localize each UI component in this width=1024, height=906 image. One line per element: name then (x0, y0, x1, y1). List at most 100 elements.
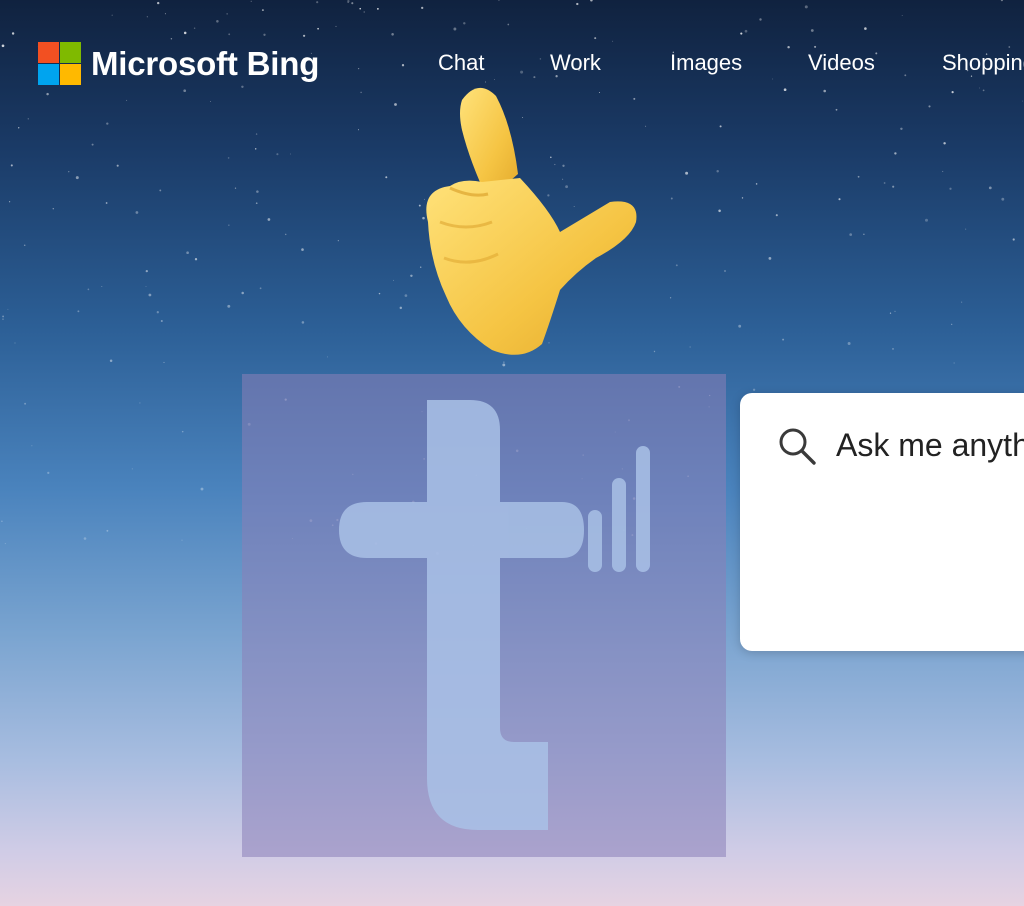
search-box (740, 393, 1024, 651)
nav-item-images[interactable]: Images (670, 50, 742, 76)
star-dot (669, 297, 672, 299)
star-dot (943, 142, 946, 145)
star-dot (145, 269, 148, 273)
star-dot (685, 171, 689, 175)
star-dot (181, 539, 183, 541)
star-dot (227, 304, 231, 308)
star-dot (949, 187, 952, 190)
star-dot (52, 207, 55, 210)
star-dot (87, 288, 90, 291)
star-dot (301, 248, 304, 251)
backhand-index-pointing-up-icon (426, 87, 637, 355)
star-dot (83, 537, 87, 540)
star-dot (255, 202, 258, 205)
star-dot (9, 201, 11, 203)
star-dot (925, 218, 928, 222)
star-dot (670, 197, 673, 200)
star-dot (75, 176, 79, 180)
star-dot (301, 321, 305, 324)
star-dot (337, 240, 339, 242)
star-dot (894, 310, 896, 313)
star-dot (1012, 238, 1015, 241)
star-dot (77, 310, 80, 313)
star-dot (741, 197, 744, 199)
star-dot (135, 211, 139, 214)
star-dot (716, 169, 719, 173)
star-dot (23, 244, 26, 247)
star-dot (752, 388, 756, 391)
star-dot (4, 543, 6, 545)
nav-item-shopping[interactable]: Shopping (942, 50, 1024, 76)
star-dot (755, 183, 758, 185)
search-input[interactable] (836, 423, 1024, 467)
star-dot (156, 311, 159, 314)
star-dot (1, 520, 3, 522)
star-dot (838, 198, 841, 201)
top-nav: Chat Work Images Videos Shopping (0, 50, 1024, 80)
star-dot (953, 362, 955, 364)
star-dot (393, 279, 394, 281)
star-dot (105, 202, 108, 204)
search-icon[interactable] (776, 425, 818, 467)
star-dot (988, 186, 992, 190)
star-dot (163, 361, 165, 363)
star-dot (267, 218, 271, 221)
star-dot (892, 348, 894, 350)
star-dot (241, 291, 244, 295)
star-dot (290, 153, 291, 155)
star-dot (7, 308, 9, 310)
star-dot (256, 190, 259, 193)
nav-item-work[interactable]: Work (550, 50, 601, 76)
star-dot (718, 209, 721, 213)
star-dot (10, 164, 13, 167)
star-dot (101, 286, 103, 287)
star-dot (892, 185, 895, 188)
star-dot (234, 187, 237, 189)
star-dot (24, 402, 27, 405)
star-dot (14, 342, 16, 344)
star-dot (653, 350, 656, 353)
star-dot (847, 342, 851, 345)
star-dot (255, 133, 258, 135)
star-dot (378, 292, 381, 295)
nav-item-chat[interactable]: Chat (438, 50, 484, 76)
star-dot (768, 257, 772, 260)
star-dot (951, 323, 953, 325)
star-dot (965, 228, 967, 230)
star-dot (47, 471, 50, 475)
star-dot (194, 258, 198, 261)
star-dot (284, 233, 287, 236)
star-dot (849, 233, 853, 236)
star-dot (106, 529, 109, 532)
star-dot (961, 301, 963, 303)
star-dot (689, 346, 691, 348)
star-dot (675, 264, 678, 267)
star-dot (31, 445, 33, 447)
t-signal-watermark-icon (242, 374, 726, 857)
star-dot (782, 338, 785, 341)
star-dot (327, 356, 329, 358)
star-dot (259, 287, 262, 290)
star-dot (254, 148, 257, 150)
star-dot (889, 312, 892, 314)
star-dot (1001, 197, 1005, 201)
star-dot (227, 157, 230, 159)
star-dot (116, 164, 119, 167)
star-dot (894, 152, 897, 155)
star-dot (181, 430, 184, 433)
star-dot (883, 182, 886, 184)
star-dot (738, 324, 742, 328)
star-dot (91, 143, 94, 146)
star-dot (139, 402, 141, 404)
star-dot (160, 319, 163, 323)
star-dot (228, 224, 230, 226)
star-dot (131, 468, 133, 470)
nav-item-videos[interactable]: Videos (808, 50, 875, 76)
star-dot (723, 269, 727, 273)
star-dot (145, 285, 147, 287)
star-dot (186, 251, 189, 255)
star-dot (863, 233, 865, 235)
star-dot (857, 175, 860, 178)
star-dot (2, 318, 4, 320)
star-dot (942, 170, 944, 173)
